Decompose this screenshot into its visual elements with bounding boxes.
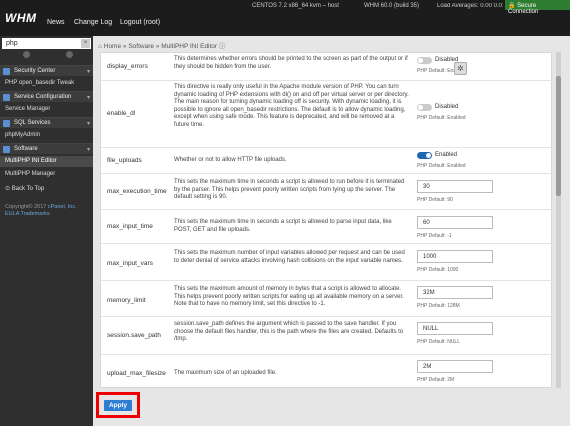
secure-connection-badge: 🔒 Secure Connection bbox=[505, 0, 570, 15]
breadcrumb: ⌂ Home » Software » MultiPHP INI Editor … bbox=[98, 43, 226, 50]
sidebar-category-software[interactable]: Software ▾ bbox=[0, 143, 93, 154]
sidebar-category-sql-services[interactable]: SQL Services ▾ bbox=[0, 117, 93, 128]
directive-row-file-uploads: file_uploads Whether or not to allow HTT… bbox=[101, 148, 553, 174]
toggle-state: Disabled bbox=[435, 104, 459, 110]
php-default: PHP Default: -1 bbox=[417, 233, 452, 239]
nav-change-log[interactable]: Change Log bbox=[74, 19, 112, 26]
php-default: PHP Default: Enabled bbox=[417, 115, 466, 121]
eula-link[interactable]: EULA bbox=[5, 211, 19, 217]
max-input-time-input[interactable]: 60 bbox=[417, 216, 493, 229]
sidebar-category-service-configuration[interactable]: Service Configuration ▾ bbox=[0, 91, 93, 102]
collapse-all-icon[interactable] bbox=[23, 51, 30, 58]
max-execution-time-input[interactable]: 30 bbox=[417, 180, 493, 193]
home-icon: ⌂ bbox=[98, 43, 102, 50]
os-info: CENTOS 7.2 x86_64 kvm – host bbox=[252, 3, 339, 9]
directive-name: file_uploads bbox=[107, 157, 142, 164]
directive-row-session-save-path: session.save_path session.save_path defi… bbox=[101, 317, 553, 355]
whm-version: WHM 60.0 (build 35) bbox=[364, 3, 420, 9]
sidebar-item-multiphp-manager[interactable]: MultiPHP Manager bbox=[0, 169, 93, 180]
display-errors-toggle[interactable] bbox=[417, 57, 432, 64]
directive-row-max-input-vars: max_input_vars This sets the maximum num… bbox=[101, 244, 553, 281]
directive-description: This directive is really only useful in … bbox=[174, 84, 409, 128]
nav-news[interactable]: News bbox=[47, 19, 65, 26]
sidebar-item-php-open-basedir[interactable]: PHP open_basedir Tweak bbox=[0, 78, 93, 89]
database-icon bbox=[3, 120, 10, 127]
php-default: PHP Default: 2M bbox=[417, 377, 455, 383]
breadcrumb-current: MultiPHP INI Editor bbox=[161, 43, 218, 50]
sidebar-item-phpmyadmin[interactable]: phpMyAdmin bbox=[0, 130, 93, 141]
directive-description: This sets the maximum number of input va… bbox=[174, 250, 405, 264]
directive-row-enable-dl: enable_dl This directive is really only … bbox=[101, 81, 553, 148]
directive-description: The maximum size of an uploaded file. bbox=[174, 370, 277, 376]
chevron-icon: ▾ bbox=[86, 69, 90, 75]
file-uploads-toggle[interactable] bbox=[417, 152, 432, 159]
directive-description: This sets the maximum time in seconds a … bbox=[174, 219, 392, 233]
directive-name: enable_dl bbox=[107, 110, 136, 117]
trademarks-link[interactable]: Trademarks bbox=[21, 211, 50, 217]
chevron-icon: ▾ bbox=[86, 147, 90, 153]
sidebar-item-multiphp-ini-editor[interactable]: MultiPHP INI Editor bbox=[0, 156, 93, 167]
directive-name: memory_limit bbox=[107, 297, 146, 304]
cpanel-link[interactable]: cPanel, Inc. bbox=[48, 204, 77, 210]
directive-row-upload-max-filesize: upload_max_filesize The maximum size of … bbox=[101, 355, 553, 389]
php-default: PHP Default: 1000 bbox=[417, 267, 459, 273]
directive-name: session.save_path bbox=[107, 332, 161, 339]
copyright: Copyright© 2017 cPanel, Inc. EULA Tradem… bbox=[5, 204, 77, 217]
back-to-top-link[interactable]: ⊙ Back To Top bbox=[0, 183, 93, 194]
php-default: PHP Default: NULL bbox=[417, 339, 460, 345]
directive-row-max-execution-time: max_execution_time This sets the maximum… bbox=[101, 174, 553, 210]
chevron-icon: ▾ bbox=[86, 121, 90, 127]
upload-max-filesize-input[interactable]: 2M bbox=[417, 360, 493, 373]
directive-name: max_input_vars bbox=[107, 260, 153, 267]
sidebar: php × Security Center ▾ PHP open_basedir… bbox=[0, 36, 93, 426]
directive-name: max_input_time bbox=[107, 223, 153, 230]
directive-name: max_execution_time bbox=[107, 188, 167, 195]
software-icon bbox=[3, 146, 10, 153]
directive-row-max-input-time: max_input_time This sets the maximum tim… bbox=[101, 210, 553, 244]
nav-logout[interactable]: Logout (root) bbox=[120, 19, 160, 26]
directive-name: display_errors bbox=[107, 63, 148, 70]
load-averages: Load Averages: 0.00 0.01 0.05 bbox=[437, 3, 503, 9]
directive-row-display-errors: display_errors This determines whether e… bbox=[101, 53, 553, 81]
directive-name: upload_max_filesize bbox=[107, 370, 166, 377]
memory-limit-input[interactable]: 32M bbox=[417, 286, 493, 299]
directives-table: display_errors This determines whether e… bbox=[100, 52, 553, 389]
lock-icon bbox=[3, 68, 10, 75]
directive-description: This sets the maximum time in seconds a … bbox=[174, 179, 405, 200]
chevron-icon: ▾ bbox=[86, 95, 90, 101]
apply-button[interactable]: Apply bbox=[104, 400, 132, 411]
breadcrumb-software[interactable]: Software bbox=[128, 43, 154, 50]
expand-all-icon[interactable] bbox=[66, 51, 73, 58]
sidebar-category-security-center[interactable]: Security Center ▾ bbox=[0, 65, 93, 76]
top-bar: WHM News Change Log Logout (root) CENTOS… bbox=[0, 0, 570, 36]
directive-description: session.save_path defines the argument w… bbox=[174, 321, 404, 342]
directive-description: This sets the maximum amount of memory i… bbox=[174, 286, 404, 307]
main-content: ⌂ Home » Software » MultiPHP INI Editor … bbox=[93, 36, 570, 426]
directive-row-memory-limit: memory_limit This sets the maximum amoun… bbox=[101, 281, 553, 317]
sidebar-item-service-manager[interactable]: Service Manager bbox=[0, 104, 93, 115]
php-default: PHP Default: 128M bbox=[417, 303, 460, 309]
clear-search-icon[interactable]: × bbox=[81, 39, 90, 48]
scrollbar-thumb[interactable] bbox=[556, 76, 561, 196]
help-icon[interactable]: ⓘ bbox=[219, 43, 226, 50]
directive-description: Whether or not to allow HTTP file upload… bbox=[174, 157, 287, 163]
php-default: PHP Default: 90 bbox=[417, 197, 453, 203]
breadcrumb-home[interactable]: Home bbox=[104, 43, 121, 50]
sidebar-controls bbox=[2, 51, 91, 61]
enable-dl-toggle[interactable] bbox=[417, 104, 432, 111]
directive-description: This determines whether errors should be… bbox=[174, 56, 408, 70]
max-input-vars-input[interactable]: 1000 bbox=[417, 250, 493, 263]
gear-icon[interactable]: ✲ bbox=[454, 62, 467, 75]
toggle-state: Enabled bbox=[435, 152, 458, 158]
apply-highlight: Apply bbox=[96, 392, 140, 418]
arrow-up-icon: ⊙ bbox=[5, 186, 11, 192]
whm-logo[interactable]: WHM bbox=[5, 11, 37, 25]
wrench-icon bbox=[3, 94, 10, 101]
php-default: PHP Default: Enabled bbox=[417, 163, 466, 169]
session-save-path-input[interactable]: NULL bbox=[417, 322, 493, 335]
sidebar-search-input[interactable]: php × bbox=[2, 38, 91, 49]
